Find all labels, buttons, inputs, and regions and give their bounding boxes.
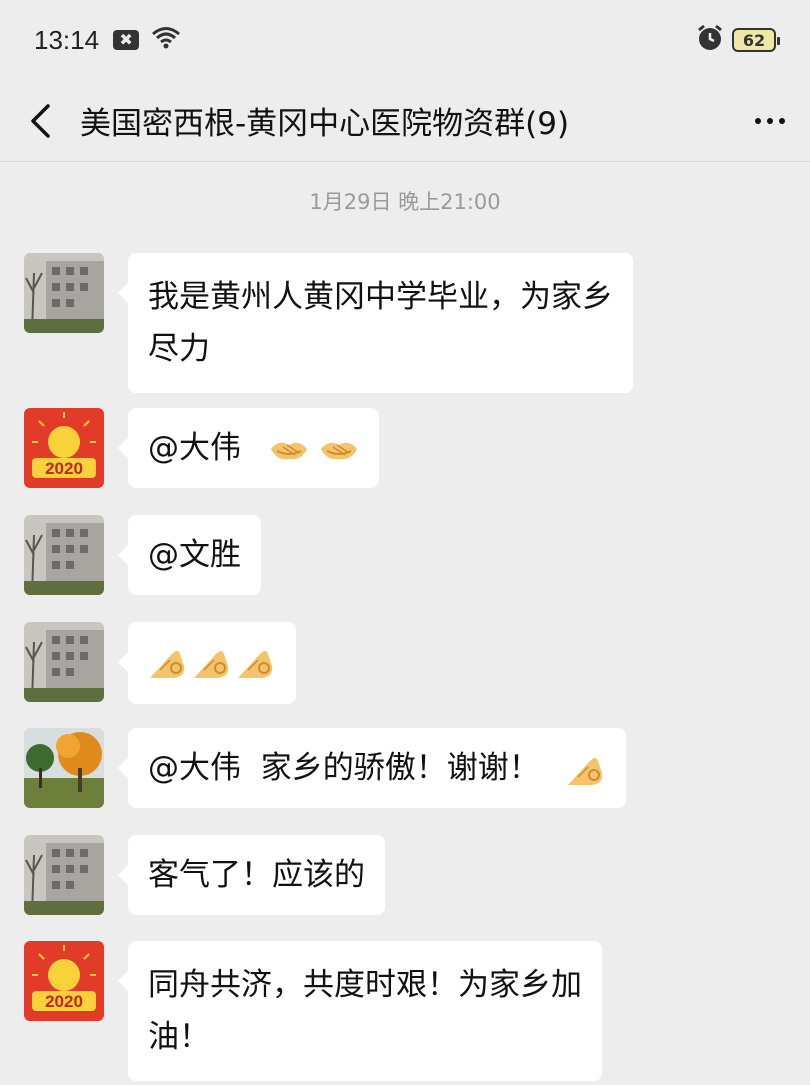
more-options-button[interactable] — [730, 80, 810, 162]
message-bubble[interactable]: @大伟 — [118, 408, 379, 488]
message-item: 2020 @大伟 — [24, 408, 379, 488]
notification-icon: ✖ — [113, 30, 140, 50]
ok-hand-icon — [192, 646, 232, 680]
avatar[interactable] — [24, 515, 104, 595]
message-text: 尽力 — [148, 331, 210, 367]
battery-icon: 62 — [732, 28, 780, 52]
message-item — [24, 622, 296, 704]
svg-text:2020: 2020 — [45, 459, 83, 478]
more-dots-icon — [755, 117, 761, 124]
message-bubble[interactable]: 同舟共济，共度时艰！为家乡加 油！ — [118, 941, 602, 1081]
message-item: 客气了！应该的 — [24, 835, 385, 915]
message-text: 油！ — [148, 1019, 210, 1055]
message-bubble[interactable]: 我是黄州人黄冈中学毕业，为家乡 尽力 — [118, 253, 633, 393]
message-bubble[interactable]: 客气了！应该的 — [118, 835, 385, 915]
wifi-icon — [151, 26, 181, 54]
message-text: @大伟 家乡的骄傲！谢谢！ — [148, 750, 540, 786]
message-text: 客气了！应该的 — [148, 857, 365, 893]
back-button[interactable] — [0, 80, 80, 162]
chat-header: 美国密西根-黄冈中心医院物资群(9) — [0, 80, 810, 162]
status-time: 13:14 — [34, 24, 100, 55]
svg-text:2020: 2020 — [45, 992, 83, 1011]
ok-hand-icon — [236, 646, 276, 680]
chat-title: 美国密西根-黄冈中心医院物资群(9) — [80, 106, 570, 142]
handshake-icon — [269, 435, 309, 465]
avatar[interactable]: 2020 — [24, 941, 104, 1021]
message-text: @大伟 — [148, 430, 241, 466]
message-text: 同舟共济，共度时艰！为家乡加 — [148, 967, 582, 1003]
status-bar: 13:14 ✖ 62 — [0, 0, 810, 80]
message-timestamp: 1月29日 晚上21:00 — [309, 190, 501, 214]
message-text: 我是黄州人黄冈中学毕业，为家乡 — [148, 279, 613, 315]
message-item: 我是黄州人黄冈中学毕业，为家乡 尽力 — [24, 253, 633, 393]
handshake-icon — [319, 435, 359, 465]
avatar[interactable] — [24, 622, 104, 702]
avatar[interactable] — [24, 728, 104, 808]
message-text: @文胜 — [148, 537, 241, 573]
message-bubble[interactable]: @大伟 家乡的骄傲！谢谢！ — [118, 728, 626, 808]
avatar[interactable] — [24, 835, 104, 915]
message-bubble[interactable] — [118, 622, 296, 704]
avatar[interactable]: 2020 — [24, 408, 104, 488]
ok-hand-icon — [148, 646, 188, 680]
message-item: 2020 同舟共济，共度时艰！为家乡加 油！ — [24, 941, 602, 1081]
message-item: @大伟 家乡的骄傲！谢谢！ — [24, 728, 626, 808]
message-item: @文胜 — [24, 515, 261, 595]
status-right: 62 — [696, 24, 780, 56]
chevron-left-icon — [31, 103, 50, 138]
alarm-icon — [696, 24, 724, 56]
avatar[interactable] — [24, 253, 104, 333]
ok-hand-icon — [566, 753, 606, 787]
message-bubble[interactable]: @文胜 — [118, 515, 261, 595]
